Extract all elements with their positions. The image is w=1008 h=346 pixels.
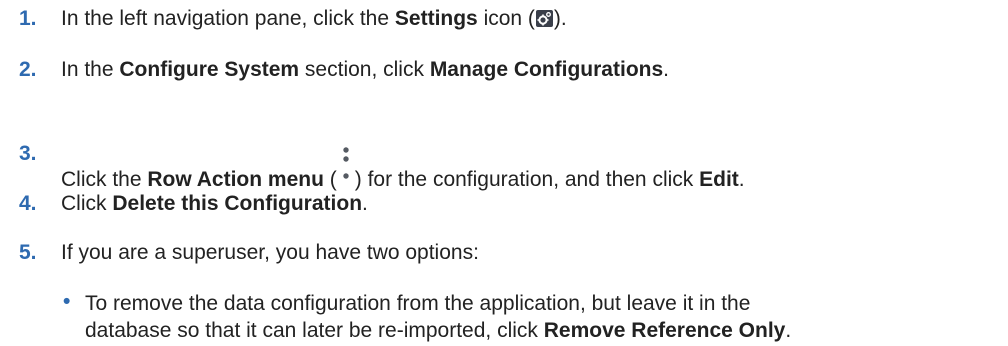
- bullet-icon: •: [63, 290, 71, 313]
- step-2: 2. In the Configure System section, clic…: [0, 58, 1008, 88]
- step-text: Click the Row Action menu ( ) for the co…: [61, 142, 745, 196]
- step-number: 3.: [19, 142, 37, 165]
- step-text: In the Configure System section, click M…: [61, 58, 669, 81]
- step-number: 2.: [19, 58, 37, 81]
- step-3: 3. Click the Row Action menu ( ) for the…: [0, 142, 1008, 196]
- step-text: If you are a superuser, you have two opt…: [61, 241, 479, 264]
- row-action-kebab-icon: [336, 142, 355, 196]
- step-text: Click Delete this Configuration.: [61, 192, 368, 215]
- step-number: 4.: [19, 192, 37, 215]
- sub-bullet-text: To remove the data configuration from th…: [85, 292, 792, 342]
- sub-bullet-1: • To remove the data configuration from …: [0, 290, 1008, 346]
- step-5: 5. If you are a superuser, you have two …: [0, 241, 1008, 271]
- settings-gear-icon: [535, 10, 553, 27]
- step-text: In the left navigation pane, click the S…: [61, 7, 567, 30]
- step-number: 1.: [19, 7, 37, 30]
- step-4: 4. Click Delete this Configuration.: [0, 192, 1008, 222]
- step-1: 1. In the left navigation pane, click th…: [0, 7, 1008, 37]
- step-number: 5.: [19, 241, 37, 264]
